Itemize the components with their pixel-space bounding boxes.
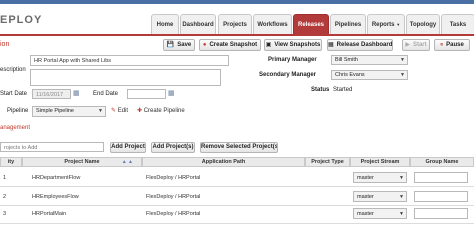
- tab-dashboard[interactable]: Dashboard: [180, 14, 216, 34]
- calendar-icon[interactable]: ▦: [73, 89, 80, 97]
- secondary-manager-select[interactable]: Chris Evans ▼: [331, 70, 408, 80]
- sort-icon[interactable]: ▲ ▲: [122, 158, 133, 167]
- save-icon: 💾: [166, 42, 175, 48]
- pipeline-select[interactable]: Simple Pipeline ▼: [32, 106, 106, 117]
- table-row-priority: 3: [3, 211, 7, 217]
- view-snapshots-button[interactable]: ▣ View Snapshots: [264, 39, 322, 51]
- project-stream-value: master: [357, 194, 374, 200]
- project-name-header-label: Project Name: [64, 159, 100, 165]
- group-name-field[interactable]: [414, 172, 468, 183]
- tab-pipelines[interactable]: Pipelines: [330, 14, 366, 34]
- column-header-group-name[interactable]: Group Name: [410, 157, 474, 167]
- row-divider: [0, 205, 474, 206]
- column-header-project-stream[interactable]: Project Stream: [350, 157, 410, 167]
- create-pipeline-link[interactable]: ✚ Create Pipeline: [137, 107, 185, 114]
- pause-icon: ⏸: [440, 42, 444, 48]
- tab-topology[interactable]: Topology: [406, 14, 440, 34]
- projects-search-input[interactable]: rojects to Add: [0, 142, 104, 152]
- project-stream-value: master: [357, 175, 374, 181]
- column-header-application-path[interactable]: Application Path: [142, 157, 305, 167]
- pipeline-label: Pipeline: [7, 108, 29, 114]
- group-name-field[interactable]: [414, 191, 468, 202]
- add-projects-button[interactable]: Add Project(s): [151, 142, 195, 153]
- tab-releases[interactable]: Releases: [293, 14, 329, 34]
- end-date-label: End Date: [93, 91, 119, 97]
- project-stream-select[interactable]: master ▼: [353, 208, 407, 219]
- project-stream-value: master: [357, 211, 374, 217]
- pencil-icon: ✎: [111, 108, 117, 114]
- create-snapshot-label: Create Snapshot: [209, 42, 258, 48]
- status-label: Status: [311, 87, 330, 93]
- table-row-path: FlexDeploy / HRPortal: [146, 194, 201, 200]
- page-title: ion: [0, 41, 10, 48]
- tab-reports[interactable]: Reports ▼: [367, 14, 405, 34]
- project-stream-select[interactable]: master ▼: [353, 191, 407, 202]
- release-name-field[interactable]: HR Portal App with Shared Libs: [30, 55, 229, 66]
- tab-workflows[interactable]: Workflows: [253, 14, 292, 34]
- release-dashboard-button[interactable]: ▦ Release Dashboard: [327, 39, 393, 51]
- tab-projects[interactable]: Projects: [218, 14, 252, 34]
- snapshot-icon: ●: [202, 42, 207, 48]
- chevron-down-icon: ▼: [396, 22, 401, 27]
- chevron-down-icon: ▼: [400, 72, 405, 78]
- end-date-field[interactable]: [127, 89, 166, 99]
- add-project-button[interactable]: Add Project: [110, 142, 146, 153]
- start-date-label: Start Date: [0, 91, 28, 97]
- edit-pipeline-link[interactable]: ✎ Edit: [111, 107, 128, 114]
- start-label: Start: [412, 42, 427, 48]
- app-logo: EPLOY: [0, 14, 43, 26]
- chevron-down-icon: ▼: [399, 211, 404, 217]
- view-snapshots-label: View Snapshots: [274, 42, 321, 48]
- chevron-down-icon: ▼: [98, 108, 103, 114]
- dashboard-icon: ▦: [328, 42, 334, 48]
- management-section-label: anagement: [0, 125, 31, 131]
- calendar-icon[interactable]: ▦: [168, 89, 175, 97]
- tab-reports-label: Reports: [371, 22, 395, 28]
- chevron-down-icon: ▼: [400, 57, 405, 63]
- primary-manager-select[interactable]: Bill Smith ▼: [331, 55, 408, 65]
- table-row-name: HRPortalMain: [32, 211, 67, 217]
- description-label: escription: [0, 67, 26, 73]
- secondary-manager-label: Secondary Manager: [259, 72, 317, 78]
- column-header-project-type[interactable]: Project Type: [305, 157, 350, 167]
- table-row-priority: 2: [3, 194, 7, 200]
- release-dashboard-label: Release Dashboard: [336, 42, 393, 48]
- chevron-down-icon: ▼: [399, 194, 404, 200]
- group-name-field[interactable]: [414, 208, 468, 219]
- primary-manager-label: Primary Manager: [268, 57, 317, 63]
- create-pipeline-label: Create Pipeline: [143, 108, 185, 114]
- pause-label: Pause: [446, 42, 464, 48]
- header-accent-strip: [0, 0, 474, 4]
- remove-selected-projects-button[interactable]: Remove Selected Project(s): [200, 142, 278, 153]
- save-button[interactable]: 💾 Save: [163, 39, 195, 51]
- table-row-priority: 1: [3, 175, 7, 181]
- start-button[interactable]: ▶ Start: [402, 39, 430, 51]
- play-icon: ▶: [405, 42, 410, 48]
- primary-manager-value: Bill Smith: [335, 57, 358, 63]
- row-divider: [0, 186, 474, 187]
- save-label: Save: [177, 42, 192, 48]
- table-row-path: FlexDeploy / HRPortal: [146, 175, 201, 181]
- column-header-project-name[interactable]: Project Name ▲ ▲: [22, 157, 142, 167]
- start-date-field[interactable]: 11/16/2017: [32, 89, 71, 99]
- table-row-path: FlexDeploy / HRPortal: [146, 211, 201, 217]
- view-icon: ▣: [265, 42, 272, 48]
- nav-underline: [0, 34, 474, 36]
- chevron-down-icon: ▼: [399, 175, 404, 181]
- pause-button[interactable]: ⏸ Pause: [434, 39, 470, 51]
- plus-icon: ✚: [137, 108, 143, 114]
- row-divider: [0, 223, 474, 224]
- create-snapshot-button[interactable]: ● Create Snapshot: [199, 39, 261, 51]
- pipeline-select-value: Simple Pipeline: [36, 108, 74, 114]
- column-header-priority[interactable]: ity: [0, 157, 22, 167]
- secondary-manager-value: Chris Evans: [335, 72, 365, 78]
- description-field[interactable]: [30, 69, 221, 86]
- edit-link-label: Edit: [117, 108, 129, 114]
- project-stream-select[interactable]: master ▼: [353, 172, 407, 183]
- tab-home[interactable]: Home: [151, 14, 179, 34]
- status-value: Started: [333, 87, 353, 93]
- tab-tasks[interactable]: Tasks: [441, 14, 474, 34]
- table-row-name: HRDepartmentFlow: [32, 175, 81, 181]
- table-row-name: HREmployeesFlow: [32, 194, 79, 200]
